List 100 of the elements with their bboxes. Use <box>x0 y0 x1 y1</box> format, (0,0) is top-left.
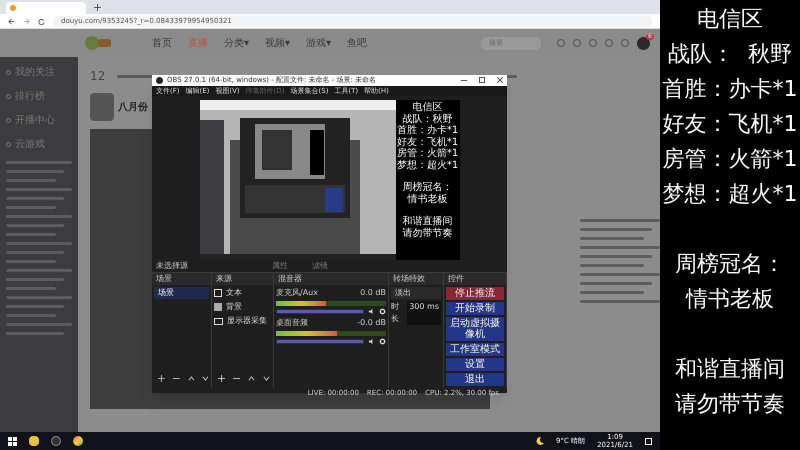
dock-title: 来源 <box>212 273 273 285</box>
blurred-text-line <box>6 242 72 245</box>
blurred-text-line <box>6 224 64 227</box>
site-icon <box>10 5 16 11</box>
maximize-icon[interactable] <box>479 77 485 84</box>
up-icon[interactable] <box>248 375 255 382</box>
settings-icon[interactable] <box>379 338 386 345</box>
blurred-text-line <box>580 264 644 267</box>
blurred-text-line <box>6 188 72 191</box>
dock-title: 转场特效 <box>389 273 443 285</box>
task-count: 12 <box>90 68 106 85</box>
remove-icon[interactable] <box>172 375 180 382</box>
overlay-text: 和谐直播间 <box>402 216 452 228</box>
app-icon[interactable] <box>29 436 39 446</box>
duration-field[interactable]: 300 ms <box>407 301 441 325</box>
blurred-text-line <box>6 251 64 254</box>
blurred-text-line <box>6 323 72 326</box>
blurred-text-line <box>580 282 652 285</box>
up-icon[interactable] <box>188 375 194 382</box>
dock-title: 混音器 <box>274 273 388 285</box>
app-icon <box>156 76 163 84</box>
source-item[interactable]: 显示器采集 <box>214 315 271 327</box>
overlay-text: 和谐直播间 <box>675 356 785 384</box>
avatar[interactable] <box>637 36 650 50</box>
logo-icon <box>84 35 112 51</box>
overlay-text: 电信区 <box>697 6 763 34</box>
app-icon[interactable] <box>51 436 61 446</box>
dock-title: 场景 <box>152 273 211 285</box>
filters-button[interactable]: 滤镜 <box>312 260 328 272</box>
speaker-icon[interactable] <box>368 308 375 315</box>
control-button[interactable]: 退出 <box>446 373 504 386</box>
back-icon[interactable] <box>8 18 15 24</box>
remove-icon[interactable] <box>233 375 240 382</box>
control-button[interactable]: 开始录制 <box>446 302 504 315</box>
close-icon[interactable] <box>497 77 503 84</box>
overlay-text: 战队：秋野 <box>402 114 452 124</box>
control-button[interactable]: 停止推流 <box>446 287 504 300</box>
db-reading: -0.0 dB <box>357 317 386 329</box>
down-icon[interactable] <box>202 375 209 382</box>
blurred-text-line <box>6 215 72 218</box>
text-icon <box>214 289 222 297</box>
control-button[interactable]: 启动虚拟摄像机 <box>446 317 504 341</box>
transition-select[interactable]: 淡出 <box>391 287 441 299</box>
overlay-text: 房管：火箭*1 <box>396 148 458 160</box>
overlay-text: 首胜：办卡*1 <box>396 125 458 136</box>
overlay-text: 首胜：办卡*1 <box>662 76 798 104</box>
blurred-text-line <box>6 206 56 209</box>
scene-item[interactable]: 场景 <box>154 287 209 299</box>
dock-title: 控件 <box>444 273 506 285</box>
overlay-text: 房管：火箭*1 <box>662 146 798 174</box>
overlay-text: 情书老板 <box>408 194 448 205</box>
blurred-text-line <box>6 161 72 164</box>
overlay-text: 电信区 <box>412 102 442 114</box>
notification-icon[interactable] <box>645 438 652 444</box>
channel-name: 桌面音频 <box>276 317 308 329</box>
source-status: 未选择源 <box>156 260 188 272</box>
windows-icon[interactable] <box>8 436 17 446</box>
down-icon[interactable] <box>263 375 270 382</box>
source-item[interactable]: 背景 <box>214 301 271 313</box>
control-button[interactable]: 工作室模式 <box>446 343 504 356</box>
speaker-icon[interactable] <box>368 338 375 345</box>
add-icon[interactable] <box>158 375 165 382</box>
overlay-text: 请勿带节奏 <box>402 228 452 239</box>
blurred-text-line <box>6 233 56 236</box>
properties-button[interactable]: 属性 <box>272 260 288 272</box>
blurred-text-line <box>6 332 64 335</box>
blurred-text-line <box>6 269 72 272</box>
streamer-avatar <box>90 93 114 121</box>
blurred-text-line <box>580 228 652 231</box>
browser-icon[interactable] <box>73 436 83 446</box>
overlay-text: 请勿带节奏 <box>675 391 785 419</box>
blurred-text-line <box>6 260 56 263</box>
overlay-text: 梦想：超火*1 <box>662 181 798 209</box>
blurred-text-line <box>6 314 56 317</box>
source-item[interactable]: 文本 <box>214 287 271 299</box>
duration-label: 时长 <box>391 301 400 325</box>
reload-icon[interactable] <box>38 18 45 24</box>
blurred-text-line <box>580 255 652 258</box>
overlay-text: 周榜冠名： <box>675 251 785 279</box>
control-button[interactable]: 设置 <box>446 358 504 371</box>
channel-name: 麦克风/Aux <box>276 287 318 299</box>
overlay-text: 好友：飞机*1 <box>662 111 798 139</box>
overlay-text: 周榜冠名： <box>402 182 452 194</box>
blurred-text-line <box>6 305 64 308</box>
moon-icon <box>536 437 544 445</box>
new-tab-icon[interactable] <box>94 4 101 11</box>
minimize-icon[interactable] <box>461 80 467 81</box>
blurred-text-line <box>580 237 644 240</box>
blurred-text-line <box>6 296 72 299</box>
blurred-text-line <box>6 287 56 290</box>
blurred-text-line <box>580 291 644 294</box>
monitor-icon <box>214 318 223 324</box>
blurred-text-line <box>6 179 56 182</box>
overlay-text: 好友：飞机*1 <box>396 136 458 148</box>
blurred-text-line <box>6 197 64 200</box>
blurred-text-line <box>6 278 64 281</box>
add-icon[interactable] <box>218 375 225 382</box>
db-reading: 0.0 dB <box>360 287 386 299</box>
settings-icon[interactable] <box>379 308 386 315</box>
image-icon <box>214 303 222 311</box>
